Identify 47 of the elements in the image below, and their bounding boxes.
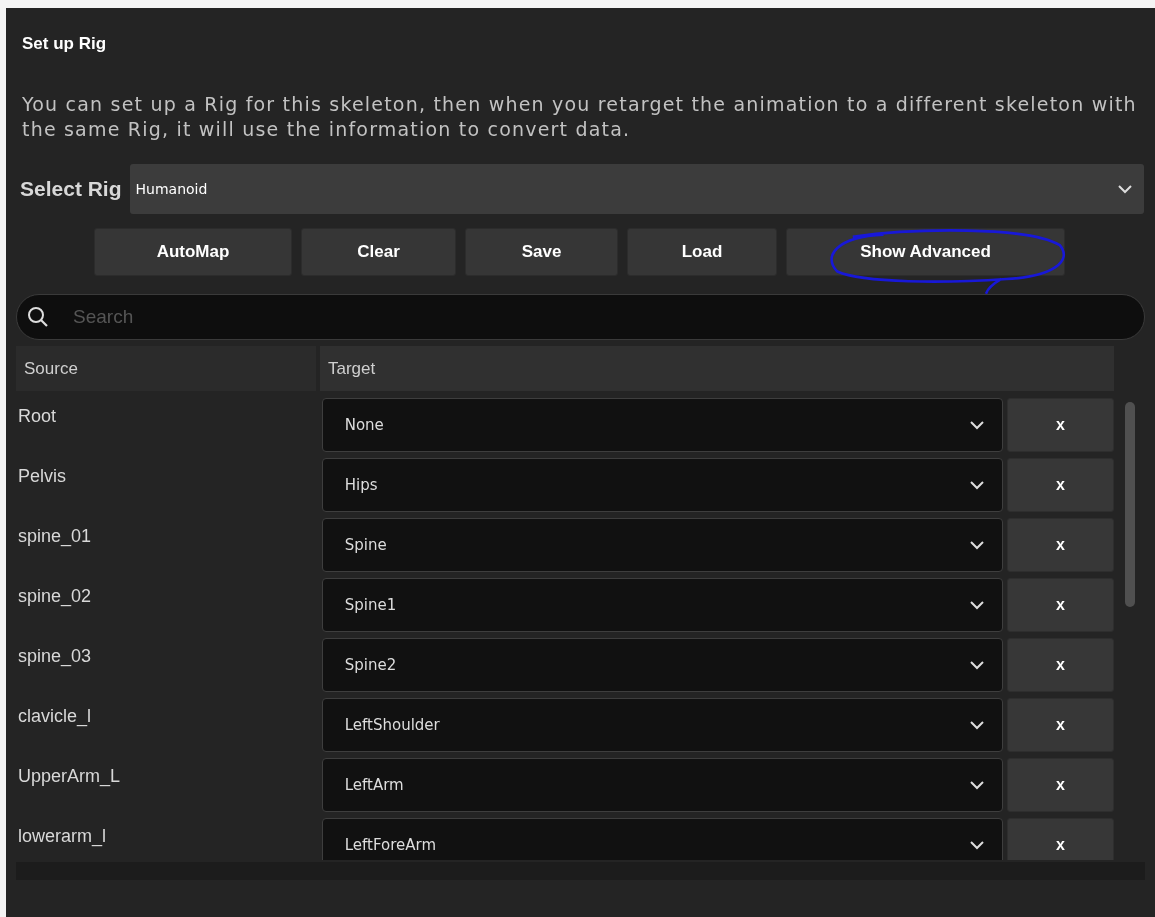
target-bone-dropdown[interactable]: LeftForeArm <box>321 818 1004 860</box>
column-header: Target <box>320 346 1114 391</box>
source-bone-name: UpperArm_L <box>18 766 121 786</box>
target-bone-dropdown[interactable]: Spine1 <box>321 578 1004 632</box>
rig-dropdown[interactable]: Humanoid <box>129 164 1144 214</box>
chevron-down-icon <box>970 540 985 550</box>
select-rig-label: Select Rig <box>20 177 122 201</box>
target-bone-dropdown[interactable]: LeftShoulder <box>321 698 1004 752</box>
panel-title: Set up Rig <box>22 34 108 54</box>
search-field[interactable]: Search <box>16 294 1145 340</box>
chevron-down-icon <box>970 480 985 490</box>
chevron-down-icon <box>970 420 985 430</box>
remove-mapping-button[interactable]: x <box>1007 398 1114 452</box>
scrollbar-thumb[interactable] <box>1125 402 1135 607</box>
remove-mapping-button[interactable]: x <box>1007 458 1114 512</box>
remove-mapping-button[interactable]: x <box>1007 638 1114 692</box>
target-bone-dropdown[interactable]: Hips <box>321 458 1004 512</box>
chevron-down-icon <box>1118 184 1132 194</box>
chevron-down-icon <box>970 720 985 730</box>
source-bone-name: spine_02 <box>18 586 92 606</box>
target-bone-dropdown[interactable]: Spine2 <box>321 638 1004 692</box>
source-bone-name: clavicle_l <box>18 706 92 726</box>
toolbar-button[interactable]: Clear <box>301 228 456 276</box>
chevron-down-icon <box>970 600 985 610</box>
toolbar-button[interactable]: AutoMap <box>94 228 292 276</box>
target-bone-dropdown[interactable]: None <box>321 398 1004 452</box>
remove-mapping-button[interactable]: x <box>1007 758 1114 812</box>
remove-mapping-button[interactable]: x <box>1007 518 1114 572</box>
chevron-down-icon <box>970 660 985 670</box>
source-bone-name: Pelvis <box>18 466 66 486</box>
remove-mapping-button[interactable]: x <box>1007 578 1114 632</box>
chevron-down-icon <box>970 780 985 790</box>
toolbar-button[interactable]: Load <box>627 228 777 276</box>
source-bone-name: Root <box>18 406 57 426</box>
remove-mapping-button[interactable]: x <box>1007 818 1114 860</box>
source-bone-name: spine_01 <box>18 526 92 546</box>
chevron-down-icon <box>970 840 985 850</box>
source-bone-name: spine_03 <box>18 646 92 666</box>
source-bone-name: lowerarm_l <box>18 826 107 846</box>
column-header: Source <box>16 346 316 391</box>
toolbar-button[interactable]: Save <box>465 228 618 276</box>
toolbar-button[interactable]: Show Advanced <box>786 228 1065 276</box>
target-bone-dropdown[interactable]: LeftArm <box>321 758 1004 812</box>
search-icon <box>27 306 49 328</box>
description-text: You can set up a Rig for this skeleton, then when you retarget the animation to a different skeleton with the same Rig, it will use the information to convert data. <box>22 92 1138 142</box>
remove-mapping-button[interactable]: x <box>1007 698 1114 752</box>
target-bone-dropdown[interactable]: Spine <box>321 518 1004 572</box>
